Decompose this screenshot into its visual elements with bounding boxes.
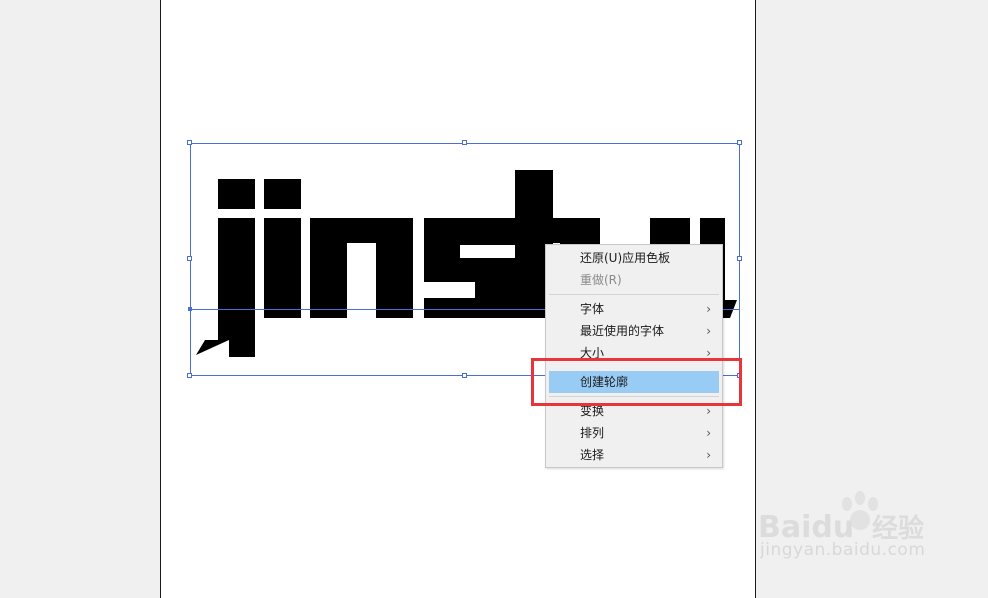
menu-item-redo: 重做(R) [549, 269, 719, 291]
paw-toe-icon [868, 497, 878, 511]
chevron-right-icon: › [706, 324, 711, 338]
text-anchor-point[interactable] [188, 307, 192, 311]
baidu-jingyan-watermark-logo: Baidu 经验 [758, 491, 924, 545]
resize-handle-top-center[interactable] [462, 140, 467, 145]
chevron-right-icon: › [706, 302, 711, 316]
annotation-highlight-box [531, 358, 742, 406]
menu-item-undo-apply-swatch[interactable]: 还原(U)应用色板 [549, 247, 719, 269]
resize-handle-top-right[interactable] [737, 140, 742, 145]
menu-separator [549, 294, 719, 295]
resize-handle-middle-left[interactable] [187, 256, 192, 261]
chevron-right-icon: › [706, 448, 711, 462]
resize-handle-middle-right[interactable] [737, 256, 742, 261]
menu-item-label: 选择 [580, 448, 605, 462]
resize-handle-bottom-center[interactable] [462, 373, 467, 378]
resize-handle-bottom-left[interactable] [187, 373, 192, 378]
menu-item-label: 最近使用的字体 [580, 324, 665, 338]
watermark-url: jingyan.baidu.com [760, 540, 926, 560]
menu-item-recent-fonts[interactable]: 最近使用的字体 › [549, 320, 719, 342]
menu-item-label: 还原(U)应用色板 [580, 251, 671, 265]
paw-toe-icon [855, 491, 865, 505]
paw-toe-icon [842, 497, 852, 511]
menu-item-label: 排列 [580, 426, 605, 440]
menu-item-label: 字体 [580, 302, 605, 316]
menu-item-label: 重做(R) [580, 273, 622, 287]
menu-item-select[interactable]: 选择 › [549, 444, 719, 466]
menu-item-arrange[interactable]: 排列 › [549, 422, 719, 444]
menu-item-font[interactable]: 字体 › [549, 298, 719, 320]
context-menu: 还原(U)应用色板 重做(R) 字体 › 最近使用的字体 › 大小 › 创建轮廓… [545, 244, 723, 468]
resize-handle-top-left[interactable] [187, 140, 192, 145]
chevron-right-icon: › [706, 426, 711, 440]
